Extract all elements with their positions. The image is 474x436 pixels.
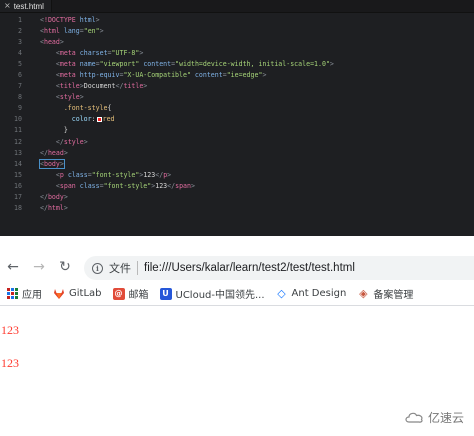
code-line[interactable]: 12 </style> [0,136,474,147]
shield-icon: ◈ [359,287,368,300]
color-swatch-icon[interactable] [96,116,102,122]
code-line[interactable]: 8 <style> [0,92,474,103]
line-text: </style> [55,137,88,146]
tab-label: test.html [13,1,44,11]
line-text: <head> [40,37,64,46]
code-line[interactable]: 1 <!DOCTYPE html> [0,14,474,25]
line-text: <span class="font-style">123</span> [55,181,195,190]
line-number: 9 [18,104,22,113]
line-text: <body> [22,158,65,169]
forward-button[interactable]: → [26,259,52,275]
browser-toolbar: ← → ↻ i 文件 file:///Users/kalar/learn/tes… [0,252,474,282]
bookmark-label: Ant Design [291,288,347,299]
divider-gap [0,236,474,252]
cloud-logo-icon [405,412,423,423]
info-icon[interactable]: i [92,262,103,274]
line-number: 16 [14,181,22,190]
span-output: 123 [1,356,19,370]
line-text: </body> [40,193,68,202]
bookmark-label: UCloud-中国领先... [175,290,265,301]
line-text: <meta charset="UTF-8"> [55,48,144,57]
code-line[interactable]: 17 </body> [0,192,474,203]
line-text: <html lang="en"> [40,26,104,35]
bookmarks-bar: 应用 GitLab @ 邮箱 U UCloud-中国领先... ◇ Ant De… [0,282,474,306]
code-area[interactable]: 1 <!DOCTYPE html> 2 <html lang="en"> 3 <head>… [0,14,474,214]
mail-icon: @ [112,287,125,300]
gitlab-icon [53,288,65,300]
ucloud-icon: U [159,287,172,300]
bookmark-label: GitLab [69,288,102,299]
reload-button[interactable]: ↻ [52,259,78,275]
editor-tab-bar: × test.html [0,0,474,13]
line-text: </html> [40,204,68,213]
tab-test-html[interactable]: × test.html [0,0,52,12]
line-number: 14 [14,159,22,168]
bookmark-apps[interactable]: 应用 [6,286,42,301]
line-number: 4 [18,48,22,57]
watermark: 亿速云 [404,409,464,426]
code-line[interactable]: 14 <body> [0,158,474,169]
ant-design-icon: ◇ [277,287,286,300]
line-number: 5 [18,59,22,68]
code-line[interactable]: 5 <meta name="viewport" content="width=d… [0,58,474,69]
line-number: 13 [14,148,22,157]
line-number: 1 [18,15,22,24]
url-text[interactable]: file:///Users/kalar/learn/test2/test/tes… [144,262,355,274]
bookmark-beian[interactable]: ◈ 备案管理 [357,286,413,301]
line-number: 18 [14,204,22,213]
line-text: </head> [40,148,68,157]
code-line[interactable]: 18 </html> [0,203,474,214]
line-number: 17 [14,193,22,202]
close-icon[interactable]: × [4,2,11,10]
code-line[interactable]: 15 <p class="font-style">123</p> [0,169,474,180]
paragraph-output: 123 [1,323,19,337]
line-number: 2 [18,26,22,35]
bookmark-label: 应用 [22,290,42,301]
line-number: 12 [14,137,22,146]
line-text: <title>Document</title> [55,82,148,91]
line-text: <style> [55,93,84,102]
address-bar[interactable]: i 文件 file:///Users/kalar/learn/test2/tes… [84,256,474,280]
omnibox-divider [137,261,138,275]
code-line[interactable]: 11 } [0,125,474,136]
bookmark-ant-design[interactable]: ◇ Ant Design [276,287,347,300]
page-content: 123 123 亿速云 [0,306,474,436]
line-number: 10 [14,115,22,124]
code-editor: × test.html 1 <!DOCTYPE html> 2 <html lang=… [0,0,474,236]
line-number: 7 [18,82,22,91]
line-number: 15 [14,170,22,179]
code-line[interactable]: 2 <html lang="en"> [0,25,474,36]
line-number: 3 [18,37,22,46]
code-line[interactable]: 3 <head> [0,36,474,47]
line-text: color: red [71,115,115,124]
line-number: 11 [14,126,22,135]
line-text: .font-style{ [63,104,112,113]
code-line[interactable]: 4 <meta charset="UTF-8"> [0,47,474,58]
line-text: <!DOCTYPE html> [40,15,100,24]
code-line[interactable]: 16 <span class="font-style">123</span> [0,180,474,191]
code-line[interactable]: 9 .font-style{ [0,103,474,114]
line-text: <meta http-equiv="X-UA-Compatible" conte… [55,71,267,80]
back-button[interactable]: ← [0,259,26,275]
bookmark-gitlab[interactable]: GitLab [53,288,102,300]
bookmark-label: 备案管理 [373,290,414,301]
code-line[interactable]: 13 </head> [0,147,474,158]
apps-grid-icon [6,288,18,300]
code-line[interactable]: 10 color: red [0,114,474,125]
line-number: 8 [18,93,22,102]
bracket-highlight: <body> [39,158,65,169]
line-text: <meta name="viewport" content="width=dev… [55,59,334,68]
bookmark-label: 邮箱 [128,290,149,301]
watermark-text: 亿速云 [427,411,464,425]
bookmark-mail[interactable]: @ 邮箱 [112,286,149,301]
bookmark-ucloud[interactable]: U UCloud-中国领先... [159,286,265,301]
line-number: 6 [18,71,22,80]
code-line[interactable]: 7 <title>Document</title> [0,81,474,92]
scheme-label: 文件 [109,262,131,275]
line-text: <p class="font-style">123</p> [55,170,172,179]
line-text: } [63,126,68,135]
code-line[interactable]: 6 <meta http-equiv="X-UA-Compatible" con… [0,69,474,80]
